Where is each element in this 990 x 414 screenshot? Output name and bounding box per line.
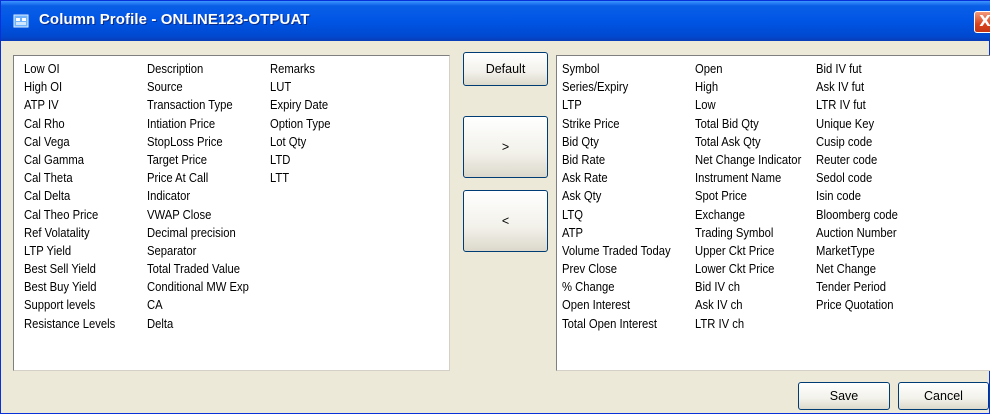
app-icon — [13, 14, 29, 28]
list-item[interactable]: Total Ask Qty — [695, 133, 801, 151]
list-item[interactable]: Ask Qty — [562, 187, 671, 205]
list-item[interactable]: Trading Symbol — [695, 224, 801, 242]
list-item[interactable]: Low — [695, 96, 801, 114]
list-item[interactable]: VWAP Close — [147, 206, 249, 224]
list-item[interactable]: Volume Traded Today — [562, 242, 671, 260]
available-columns-list[interactable]: Low OI High OI ATP IV Cal Rho Cal Vega C… — [13, 55, 450, 371]
list-item[interactable]: Resistance Levels — [24, 315, 115, 333]
list-item[interactable]: Series/Expiry — [562, 78, 671, 96]
list-item[interactable]: Cal Theo Price — [24, 206, 115, 224]
list-item[interactable]: Cal Rho — [24, 115, 115, 133]
list-item[interactable]: Cal Delta — [24, 187, 115, 205]
list-item[interactable]: LTP Yield — [24, 242, 115, 260]
list-item[interactable]: Price Quotation — [816, 296, 898, 314]
list-item[interactable]: LTD — [270, 151, 330, 169]
list-item[interactable]: ATP — [562, 224, 671, 242]
list-item[interactable]: Open — [695, 60, 801, 78]
list-item[interactable]: Cusip code — [816, 133, 898, 151]
list-item[interactable]: Support levels — [24, 296, 115, 314]
list-item[interactable]: Ask IV fut — [816, 78, 898, 96]
list-item[interactable]: Total Traded Value — [147, 260, 249, 278]
list-item[interactable]: Bid IV fut — [816, 60, 898, 78]
list-item[interactable]: Delta — [147, 315, 249, 333]
list-item[interactable]: Indicator — [147, 187, 249, 205]
list-item[interactable]: Auction Number — [816, 224, 898, 242]
list-item[interactable]: Tender Period — [816, 278, 898, 296]
list-item[interactable]: Separator — [147, 242, 249, 260]
list-item[interactable]: Reuter code — [816, 151, 898, 169]
list-item[interactable]: LTR IV fut — [816, 96, 898, 114]
list-item[interactable]: LTP — [562, 96, 671, 114]
column-profile-dialog: Column Profile - ONLINE123-OTPUAT X Low … — [0, 0, 990, 414]
list-item[interactable]: Low OI — [24, 60, 115, 78]
available-column-3: Remarks LUT Expiry Date Option Type Lot … — [270, 60, 337, 187]
list-item[interactable]: Net Change — [816, 260, 898, 278]
list-item[interactable]: Open Interest — [562, 296, 671, 314]
selected-column-1: Symbol Series/Expiry LTP Strike Price Bi… — [562, 60, 683, 333]
list-item[interactable]: Unique Key — [816, 115, 898, 133]
list-item[interactable]: Isin code — [816, 187, 898, 205]
list-item[interactable]: Best Buy Yield — [24, 278, 115, 296]
list-item[interactable]: High — [695, 78, 801, 96]
selected-column-3: Bid IV fut Ask IV fut LTR IV fut Unique … — [816, 60, 907, 315]
list-item[interactable]: LTR IV ch — [695, 315, 801, 333]
close-button[interactable]: X — [974, 11, 990, 33]
list-item[interactable]: Price At Call — [147, 169, 249, 187]
list-item[interactable]: Symbol — [562, 60, 671, 78]
selected-column-2: Open High Low Total Bid Qty Total Ask Qt… — [695, 60, 813, 333]
list-item[interactable]: High OI — [24, 78, 115, 96]
list-item[interactable]: Target Price — [147, 151, 249, 169]
list-item[interactable]: LTQ — [562, 206, 671, 224]
list-item[interactable]: Bid Qty — [562, 133, 671, 151]
list-item[interactable]: % Change — [562, 278, 671, 296]
list-item[interactable]: Lower Ckt Price — [695, 260, 801, 278]
list-item[interactable]: Cal Theta — [24, 169, 115, 187]
list-item[interactable]: Net Change Indicator — [695, 151, 801, 169]
list-item[interactable]: MarketType — [816, 242, 898, 260]
list-item[interactable]: Bloomberg code — [816, 206, 898, 224]
list-item[interactable]: StopLoss Price — [147, 133, 249, 151]
save-button[interactable]: Save — [798, 382, 890, 410]
title-bar[interactable]: Column Profile - ONLINE123-OTPUAT X — [1, 1, 990, 41]
list-item[interactable]: Intiation Price — [147, 115, 249, 133]
list-item[interactable]: Prev Close — [562, 260, 671, 278]
list-item[interactable]: Ask Rate — [562, 169, 671, 187]
list-item[interactable]: Expiry Date — [270, 96, 330, 114]
list-item[interactable]: LTT — [270, 169, 330, 187]
window-title: Column Profile - ONLINE123-OTPUAT — [39, 11, 310, 28]
list-item[interactable]: Ref Volatality — [24, 224, 115, 242]
move-right-button[interactable]: > — [463, 116, 548, 178]
list-item[interactable]: Cal Vega — [24, 133, 115, 151]
available-column-1: Low OI High OI ATP IV Cal Rho Cal Vega C… — [24, 60, 125, 333]
list-item[interactable]: CA — [147, 296, 249, 314]
list-item[interactable]: Bid IV ch — [695, 278, 801, 296]
list-item[interactable]: Instrument Name — [695, 169, 801, 187]
list-item[interactable]: LUT — [270, 78, 330, 96]
list-item[interactable]: Description — [147, 60, 249, 78]
list-item[interactable]: Sedol code — [816, 169, 898, 187]
list-item[interactable]: Cal Gamma — [24, 151, 115, 169]
list-item[interactable]: Remarks — [270, 60, 330, 78]
list-item[interactable]: Upper Ckt Price — [695, 242, 801, 260]
list-item[interactable]: Total Open Interest — [562, 315, 671, 333]
list-item[interactable]: Bid Rate — [562, 151, 671, 169]
available-column-2: Description Source Transaction Type Inti… — [147, 60, 260, 333]
cancel-button[interactable]: Cancel — [898, 382, 989, 410]
list-item[interactable]: Lot Qty — [270, 133, 330, 151]
list-item[interactable]: Decimal precision — [147, 224, 249, 242]
list-item[interactable]: Spot Price — [695, 187, 801, 205]
list-item[interactable]: Best Sell Yield — [24, 260, 115, 278]
list-item[interactable]: Option Type — [270, 115, 330, 133]
list-item[interactable]: Conditional MW Exp — [147, 278, 249, 296]
list-item[interactable]: Strike Price — [562, 115, 671, 133]
default-button[interactable]: Default — [463, 52, 548, 86]
move-left-button[interactable]: < — [463, 190, 548, 252]
list-item[interactable]: Source — [147, 78, 249, 96]
list-item[interactable]: ATP IV — [24, 96, 115, 114]
selected-columns-list[interactable]: Symbol Series/Expiry LTP Strike Price Bi… — [556, 55, 990, 371]
list-item[interactable]: Total Bid Qty — [695, 115, 801, 133]
list-item[interactable]: Exchange — [695, 206, 801, 224]
list-item[interactable]: Transaction Type — [147, 96, 249, 114]
list-item[interactable]: Ask IV ch — [695, 296, 801, 314]
